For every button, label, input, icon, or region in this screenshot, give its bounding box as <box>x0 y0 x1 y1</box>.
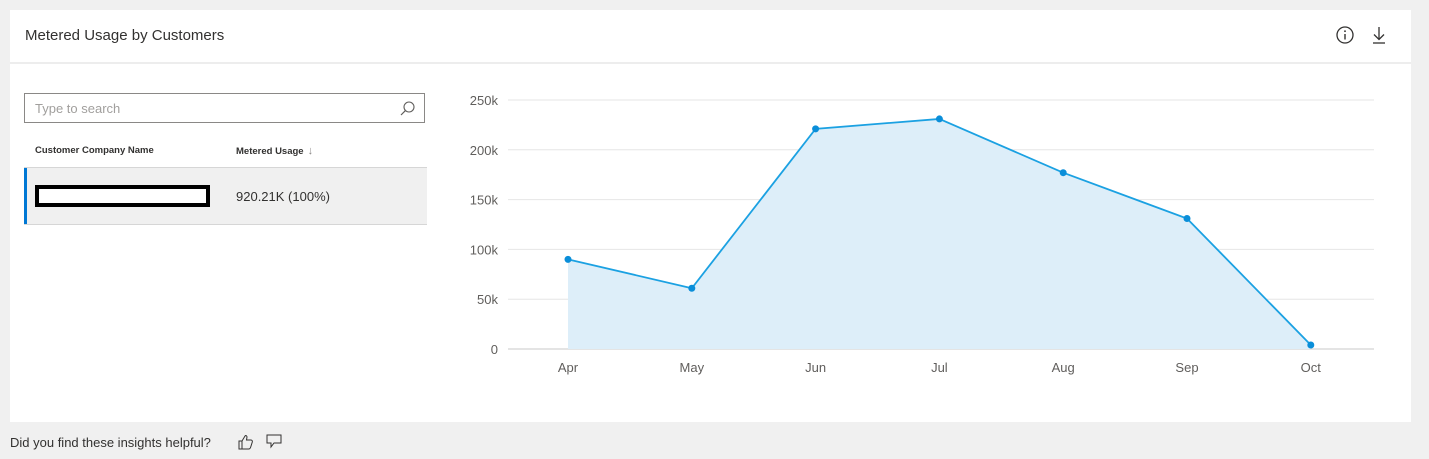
y-tick-label: 50k <box>477 292 498 307</box>
y-tick-label: 100k <box>470 242 499 257</box>
x-tick-label: Aug <box>1052 360 1075 375</box>
y-tick-label: 150k <box>470 193 499 208</box>
thumbs-down-icon[interactable] <box>265 433 283 451</box>
y-tick-label: 250k <box>470 93 499 108</box>
data-point <box>812 125 820 133</box>
x-tick-label: Oct <box>1301 360 1322 375</box>
x-tick-label: Jul <box>931 360 948 375</box>
data-point <box>935 115 943 123</box>
metered-usage-card: Metered Usage by Customers Customer Comp… <box>10 10 1411 422</box>
x-tick-label: May <box>680 360 705 375</box>
x-tick-label: Sep <box>1175 360 1198 375</box>
y-tick-label: 200k <box>470 143 499 158</box>
y-tick-label: 0 <box>491 342 498 357</box>
series-area <box>568 118 1311 349</box>
data-point <box>1307 341 1315 349</box>
feedback-prompt: Did you find these insights helpful? <box>10 435 211 450</box>
metered-usage-chart: 0 50k 100k 150k 200k 250k Apr May Jun Jul Aug Sep Oc… <box>470 93 1374 375</box>
data-point <box>1059 169 1067 177</box>
data-point <box>564 255 572 263</box>
thumbs-up-icon[interactable] <box>237 433 255 451</box>
data-point <box>1183 215 1191 223</box>
data-point <box>688 284 696 292</box>
x-tick-label: Apr <box>558 360 579 375</box>
x-tick-label: Jun <box>805 360 826 375</box>
